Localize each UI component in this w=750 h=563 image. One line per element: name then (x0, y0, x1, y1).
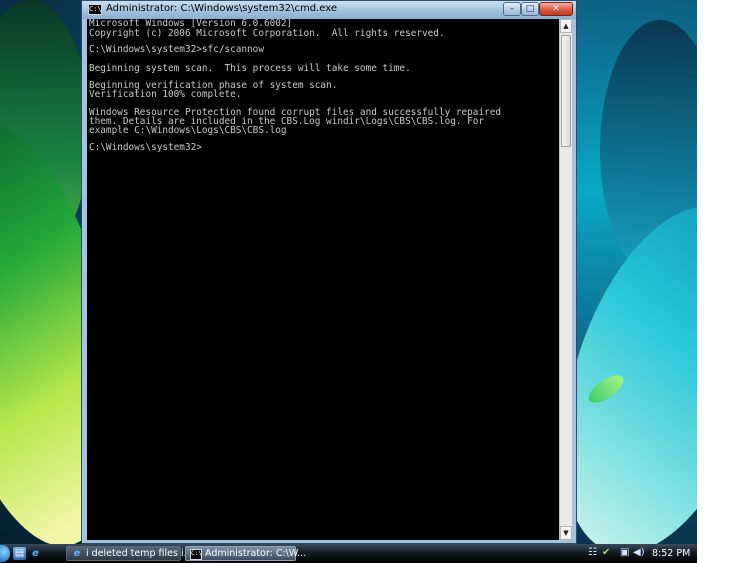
show-desktop-icon[interactable]: ▤ (13, 547, 26, 560)
console-line: Copyright (c) 2006 Microsoft Corporation… (89, 28, 445, 39)
console-line: C:\Windows\system32>sfc/scannow (89, 44, 264, 55)
desktop-wallpaper: C:\ Administrator: C:\Windows\system32\c… (0, 0, 697, 544)
taskbar-button-label: i deleted temp files i... (86, 548, 193, 559)
cmd-icon[interactable]: C:\ (88, 4, 102, 15)
cmd-window[interactable]: C:\ Administrator: C:\Windows\system32\c… (81, 0, 577, 544)
scroll-down-arrow-icon[interactable]: ▼ (560, 526, 572, 540)
scroll-up-arrow-icon[interactable]: ▲ (560, 19, 572, 33)
title-bar[interactable]: C:\ Administrator: C:\Windows\system32\c… (82, 1, 576, 19)
maximize-button[interactable]: □ (521, 2, 539, 16)
taskbar-button-ie[interactable]: e i deleted temp files i... (66, 546, 193, 561)
console-line: Beginning system scan. This process will… (89, 63, 411, 74)
console-line: Verification 100% complete. (89, 89, 242, 100)
console-prompt: C:\Windows\system32> (89, 142, 202, 153)
window-title: Administrator: C:\Windows\system32\cmd.e… (106, 3, 338, 14)
update-icon[interactable]: ✔ (602, 547, 610, 559)
console-line: example C:\Windows\Logs\CBS\CBS.log (89, 125, 287, 136)
console-output[interactable]: Microsoft Windows [Version 6.0.6002] Cop… (87, 19, 559, 540)
internet-explorer-icon[interactable]: e (29, 547, 42, 560)
taskbar: ▤ e e i deleted temp files i... C:\ Admi… (0, 544, 697, 563)
minimize-button[interactable]: – (503, 2, 521, 16)
monitor-icon[interactable]: ▣ (620, 547, 629, 559)
close-button[interactable]: ✕ (539, 2, 573, 16)
taskbar-button-label: Administrator: C:\W... (205, 548, 307, 559)
ie-icon: e (73, 548, 81, 559)
volume-icon[interactable]: ◀) (633, 547, 645, 559)
vertical-scrollbar[interactable]: ▲ ▼ (559, 19, 572, 540)
clock[interactable]: 8:52 PM (652, 548, 690, 559)
taskbar-button-cmd[interactable]: C:\ Administrator: C:\W... (185, 546, 306, 561)
start-button[interactable] (0, 545, 10, 562)
system-tray: ☷ ✔ ▣ ◀) 8:52 PM (580, 544, 697, 563)
network-icon[interactable]: ☷ (588, 547, 597, 559)
scrollbar-thumb[interactable] (561, 35, 571, 147)
cmd-icon: C:\ (190, 549, 202, 560)
